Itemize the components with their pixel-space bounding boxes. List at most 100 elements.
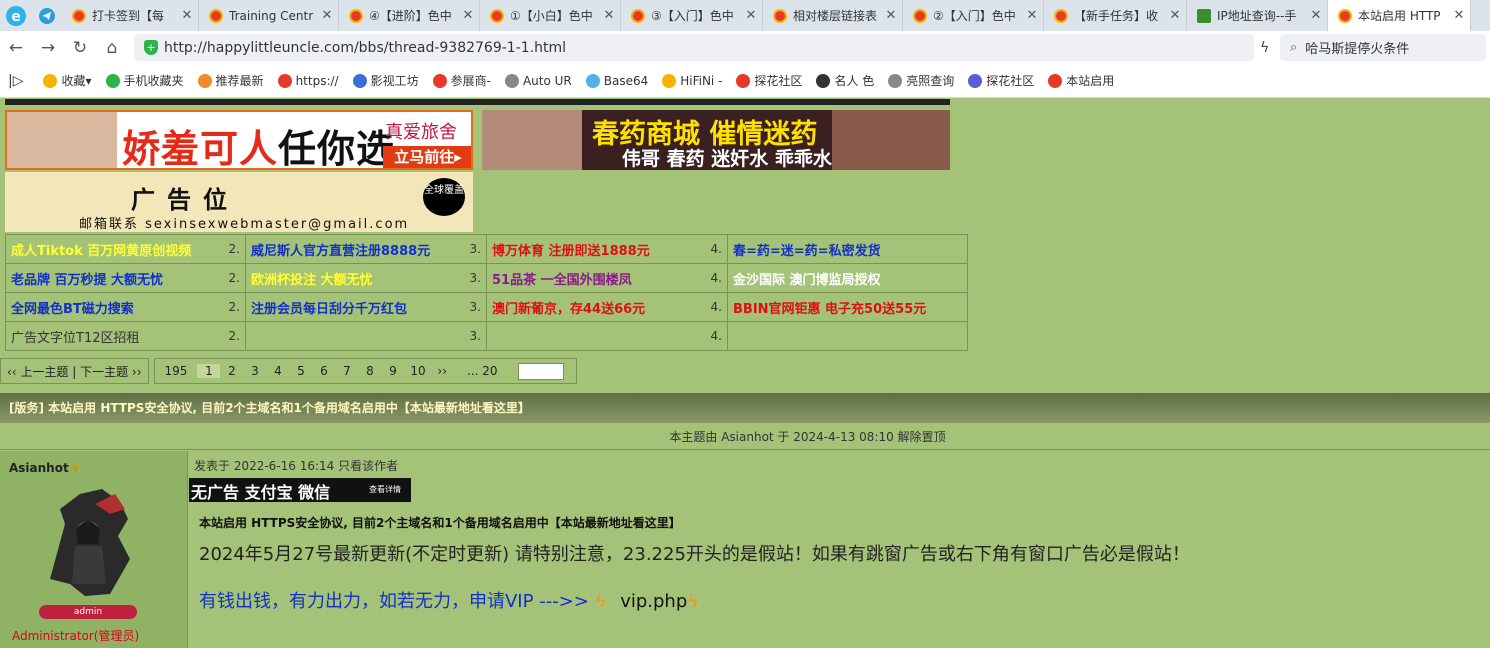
reload-icon[interactable]: ↻ xyxy=(64,38,96,58)
bookmark-item[interactable]: 本站启用 xyxy=(1048,72,1114,89)
tab-3[interactable]: ④【进阶】色中 ✕ xyxy=(339,0,480,31)
close-icon[interactable]: ✕ xyxy=(461,8,475,23)
tab-10[interactable]: 本站启用 HTTP ✕ xyxy=(1328,0,1471,31)
page-next-link[interactable]: ›› xyxy=(427,364,457,378)
notice-bar[interactable]: [版务] 本站启用 HTTPS安全协议, 目前2个主域名和1个备用域名启用中【本… xyxy=(0,393,1490,423)
telegram-icon[interactable] xyxy=(31,0,62,31)
close-icon[interactable]: ✕ xyxy=(320,8,334,23)
bookmark-item[interactable]: 参展商- xyxy=(432,72,491,89)
bookmark-item[interactable]: 探花社区 xyxy=(968,72,1034,89)
back-icon[interactable]: ← xyxy=(0,38,32,58)
bookmark-item[interactable]: 名人 色 xyxy=(816,72,874,89)
tab-8[interactable]: 【新手任务】收 ✕ xyxy=(1044,0,1187,31)
bookmark-item[interactable]: Auto UR xyxy=(504,73,572,88)
bookmark-label: 探花社区 xyxy=(754,74,803,88)
address-bar[interactable]: + http://happylittleuncle.com/bbs/thread… xyxy=(134,34,1254,61)
close-icon[interactable]: ✕ xyxy=(1309,8,1323,23)
ad-banner-1[interactable]: 娇羞可人任你选 真爱旅舍 立马前往▸ xyxy=(5,110,473,170)
tab-7[interactable]: ②【入门】色中 ✕ xyxy=(903,0,1044,31)
page-link[interactable]: 9 xyxy=(381,364,404,378)
vip-link[interactable]: vip.php xyxy=(620,591,687,612)
close-icon[interactable]: ✕ xyxy=(1452,8,1466,23)
post-body: 发表于 2022-6-16 16:14 只看该作者 无广告 支付宝 微信 查看详… xyxy=(189,451,1490,648)
bookmark-item[interactable]: 亮照查询 xyxy=(888,72,954,89)
close-icon[interactable]: ✕ xyxy=(180,8,194,23)
text-ad-cell[interactable]: 澳门新葡京，存44送66元 4. xyxy=(486,292,728,322)
no-ads-banner[interactable]: 无广告 支付宝 微信 查看详情 xyxy=(189,478,411,502)
text-ad-cell[interactable]: 春=药=迷=药=私密发货 xyxy=(727,234,968,264)
text-ad-cell[interactable]: 51品茶 一全国外围楼凤 4. xyxy=(486,263,728,293)
close-icon[interactable]: ✕ xyxy=(884,8,898,23)
text-ad-link[interactable]: 威尼斯人官方直营注册8888元 xyxy=(251,240,430,259)
ad-banner-2[interactable]: 春药商城 催情迷药 伟哥 春药 迷奸水 乖乖水 xyxy=(482,110,950,170)
home-icon[interactable]: ⌂ xyxy=(96,38,128,58)
tab-2[interactable]: Training Centr ✕ xyxy=(199,0,339,31)
text-ad-link[interactable]: BBIN官网钜惠 电子充50送55元 xyxy=(733,298,926,317)
text-ad-cell[interactable]: 老品牌 百万秒提 大额无忧 2. xyxy=(5,263,246,293)
page-link[interactable]: 7 xyxy=(335,364,358,378)
text-ad-link[interactable]: 老品牌 百万秒提 大额无忧 xyxy=(11,269,163,288)
browser-logo-icon[interactable]: e xyxy=(0,0,31,31)
close-icon[interactable]: ✕ xyxy=(744,8,758,23)
page-link[interactable]: 6 xyxy=(312,364,335,378)
page-link[interactable]: 8 xyxy=(358,364,381,378)
text-ad-cell[interactable]: 博万体育 注册即送1888元 4. xyxy=(486,234,728,264)
text-ad-cell[interactable]: 注册会员每日刮分千万红包 3. xyxy=(245,292,487,322)
close-icon[interactable]: ✕ xyxy=(602,8,616,23)
text-ad-cell[interactable]: 金沙国际 澳门博监局授权 xyxy=(727,263,968,293)
bookmark-item[interactable]: 手机收藏夹 xyxy=(105,72,184,89)
bookmark-item[interactable]: 影视工坊 xyxy=(352,72,419,89)
text-ad-link[interactable]: 广告文字位T12区招租 xyxy=(11,327,139,346)
tab-4[interactable]: ①【小白】色中 ✕ xyxy=(480,0,621,31)
vip-line[interactable]: 有钱出钱，有力出力，如若无力，申请VIP --->> ϟ vip.phpϟ xyxy=(199,587,699,613)
text-ad-cell[interactable]: 欧洲杯投注 大额无忧 3. xyxy=(245,263,487,293)
text-ad-cell[interactable]: 广告文字位T12区招租 2. xyxy=(5,321,246,351)
bookmark-item[interactable]: HiFiNi - xyxy=(662,73,722,88)
text-ad-cell[interactable]: 全网最色BT磁力搜索 2. xyxy=(5,292,246,322)
text-ad-link[interactable]: 澳门新葡京，存44送66元 xyxy=(492,298,645,317)
bookmark-label: 推荐最新 xyxy=(215,74,264,88)
page-link[interactable]: 4 xyxy=(266,364,289,378)
text-ad-link[interactable]: 成人Tiktok 百万网黄原创视频 xyxy=(11,240,191,259)
tab-9[interactable]: IP地址查询--手 ✕ xyxy=(1187,0,1328,31)
search-box[interactable]: ⌕ 哈马斯提停火条件 xyxy=(1280,34,1486,61)
bookmark-item[interactable]: 推荐最新 xyxy=(197,72,264,89)
close-icon[interactable]: ✕ xyxy=(1168,8,1182,23)
avatar[interactable] xyxy=(40,484,135,599)
page-link[interactable]: 1 xyxy=(197,364,221,378)
sidebar-toggle-icon[interactable]: |▷ xyxy=(8,73,23,89)
forward-icon[interactable]: → xyxy=(32,38,64,58)
bookmark-item[interactable]: https:// xyxy=(277,73,339,88)
close-icon[interactable]: ✕ xyxy=(1025,8,1039,23)
text-ad-cell[interactable]: BBIN官网钜惠 电子充50送55元 xyxy=(727,292,968,322)
page-last-link[interactable]: ... 20 xyxy=(457,364,508,378)
page-link[interactable]: 10 xyxy=(404,364,427,378)
bookmark-item[interactable]: 收藏 ▾ xyxy=(43,72,92,89)
prev-next-topic[interactable]: ‹‹ 上一主题 | 下一主题 ›› xyxy=(0,358,149,384)
page-link[interactable]: 3 xyxy=(243,364,266,378)
ad-tag: 真爱旅舍 xyxy=(385,122,457,143)
tab-6[interactable]: 相对楼层链接表 ✕ xyxy=(763,0,903,31)
page-link[interactable]: 2 xyxy=(220,364,243,378)
ad-go-button[interactable]: 立马前往▸ xyxy=(383,146,471,168)
text-ad-link[interactable]: 欧洲杯投注 大额无忧 xyxy=(251,269,373,288)
bookmark-item[interactable]: Base64 xyxy=(585,73,648,88)
text-ad-link[interactable]: 金沙国际 澳门博监局授权 xyxy=(733,269,881,288)
text-ad-cell[interactable]: 成人Tiktok 百万网黄原创视频 2. xyxy=(5,234,246,264)
author-name[interactable]: Asianhot ▼ xyxy=(9,461,79,475)
tab-1[interactable]: 打卡签到【每 ✕ xyxy=(62,0,199,31)
text-ad-link[interactable]: 注册会员每日刮分千万红包 xyxy=(251,298,407,317)
ad-slot-banner[interactable]: 广告位 邮箱联系 sexinsexwebmaster@gmail.com 全球覆… xyxy=(5,172,473,232)
text-ad-link[interactable]: 51品茶 一全国外围楼凤 xyxy=(492,269,632,288)
lightning-icon[interactable]: ϟ xyxy=(1260,40,1269,56)
page-link[interactable]: 5 xyxy=(289,364,312,378)
chevron-down-icon[interactable]: ▾ xyxy=(86,74,92,88)
bookmark-item[interactable]: 探花社区 xyxy=(736,72,802,89)
page-jump-input[interactable] xyxy=(517,362,564,380)
text-ad-link[interactable]: 全网最色BT磁力搜索 xyxy=(11,298,134,317)
text-ad-link[interactable]: 博万体育 注册即送1888元 xyxy=(492,240,650,259)
text-ad-link[interactable]: 春=药=迷=药=私密发货 xyxy=(733,240,881,259)
search-input[interactable]: 哈马斯提停火条件 xyxy=(1305,38,1409,57)
tab-5[interactable]: ③【入门】色中 ✕ xyxy=(621,0,763,31)
text-ad-cell[interactable]: 威尼斯人官方直营注册8888元 3. xyxy=(245,234,487,264)
